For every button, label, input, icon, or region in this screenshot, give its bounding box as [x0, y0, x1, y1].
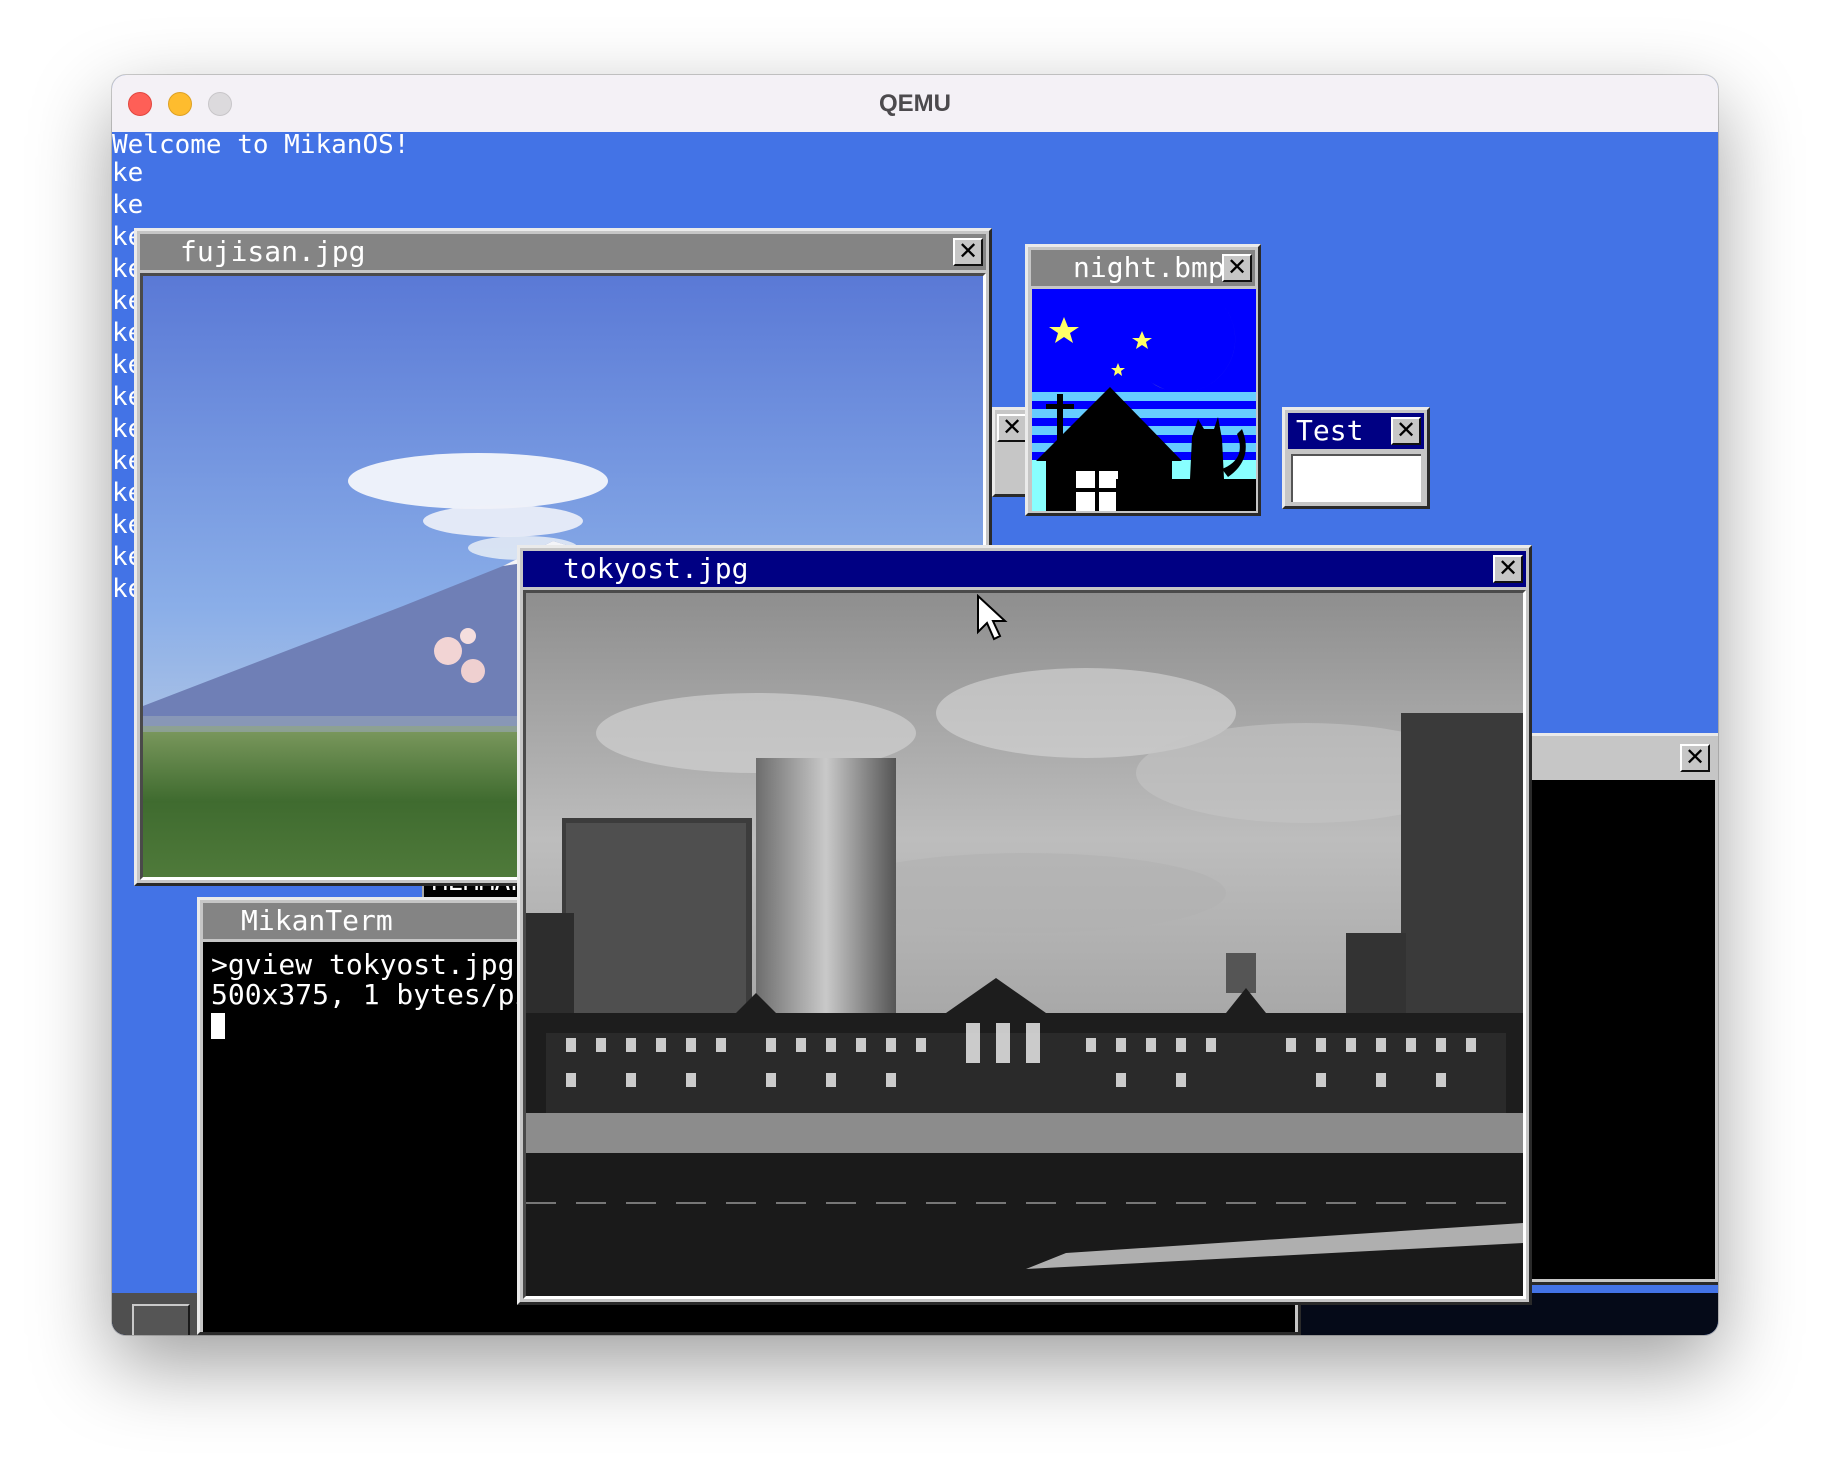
mikanterm-title: MikanTerm — [241, 904, 393, 937]
close-icon[interactable]: ✕ — [1222, 254, 1252, 282]
terminal-line: 500x375, 1 bytes/pi — [211, 978, 532, 1011]
test-window-title: Test — [1296, 414, 1364, 447]
tokyo-station-photo — [526, 593, 1523, 1296]
close-icon[interactable]: ✕ — [1493, 555, 1523, 583]
tokyost-title: tokyost.jpg — [563, 552, 749, 585]
close-icon[interactable]: ✕ — [997, 414, 1027, 442]
tokyost-titlebar[interactable]: tokyost.jpg — [523, 551, 1526, 587]
close-icon[interactable]: ✕ — [1391, 417, 1421, 445]
test-window[interactable]: Test ✕ — [1282, 407, 1430, 509]
taskbar-button[interactable] — [132, 1304, 190, 1335]
fujisan-title: fujisan.jpg — [180, 235, 366, 268]
mikanos-desktop[interactable]: Welcome to MikanOS! ke ke ke ke ke ke ke… — [112, 130, 1718, 1335]
tokyost-image — [523, 590, 1526, 1299]
terminal-line: >gview tokyost.jpg — [211, 948, 515, 981]
console-line: ke — [112, 190, 144, 220]
night-image — [1032, 289, 1256, 511]
close-icon[interactable]: ✕ — [1680, 744, 1710, 772]
console-line: ke — [112, 158, 144, 188]
night-picture — [1032, 289, 1256, 511]
tokyost-window[interactable]: tokyost.jpg ✕ — [517, 545, 1532, 1305]
qemu-window: QEMU Welcome to MikanOS! ke ke ke ke ke … — [112, 75, 1718, 1335]
fujisan-titlebar[interactable]: fujisan.jpg — [140, 234, 986, 270]
console-welcome-text: Welcome to MikanOS! — [112, 130, 410, 160]
close-icon[interactable]: ✕ — [953, 238, 983, 266]
night-title: night.bmp — [1073, 251, 1225, 284]
host-window-title: QEMU — [879, 90, 951, 117]
mouse-pointer-icon — [977, 594, 1008, 641]
terminal-cursor — [211, 1013, 225, 1039]
host-titlebar[interactable]: QEMU — [112, 75, 1718, 133]
night-window[interactable]: night.bmp ✕ — [1025, 244, 1261, 516]
test-window-textbox[interactable] — [1291, 454, 1421, 502]
